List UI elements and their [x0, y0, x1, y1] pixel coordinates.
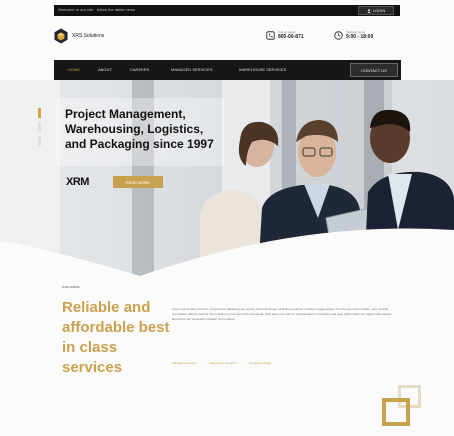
- login-button[interactable]: LOGIN: [358, 6, 394, 15]
- slider-dot-2[interactable]: [38, 122, 41, 132]
- contact-phone[interactable]: Call us today 800-00-871: [266, 30, 304, 40]
- link-separator: |: [242, 361, 243, 365]
- site-logo[interactable]: XRS Solutions: [54, 28, 104, 44]
- section-label: OUR VISION: [62, 285, 80, 289]
- hero-title: Project Management, Warehousing, Logisti…: [65, 107, 214, 151]
- main-nav: HOME ABOUT CAREERS MANAGED SERVICES WARE…: [54, 60, 401, 80]
- clock-icon: [334, 30, 343, 40]
- nav-item-about[interactable]: ABOUT: [98, 67, 112, 72]
- phone-icon: [266, 30, 275, 40]
- top-bar-info: Welcome to our site · follow the latest …: [58, 7, 135, 12]
- service-links: Managed services | Warehouse services | …: [172, 361, 271, 365]
- nav-item-managed-services[interactable]: MANAGED SERVICES: [171, 67, 213, 72]
- hexagon-logo-icon: [54, 28, 68, 44]
- contact-us-button[interactable]: CONTACT US: [350, 63, 398, 77]
- tagline: Reliable and affordable best in class se…: [62, 299, 170, 376]
- slider-dot-1[interactable]: [38, 108, 41, 118]
- nav-item-warehouse-services[interactable]: WAREHOUSE SERVICES: [239, 67, 286, 72]
- login-button-label: LOGIN: [372, 8, 386, 13]
- link-consultant[interactable]: Consultant Sage: [249, 361, 271, 365]
- link-managed-services[interactable]: Managed services: [172, 361, 196, 365]
- user-icon: [367, 8, 371, 13]
- contact-hours-value: 9:00 - 18:00: [346, 34, 374, 40]
- slider-dot-3[interactable]: [38, 136, 41, 146]
- link-warehouse-services[interactable]: Warehouse services: [209, 361, 236, 365]
- intro-body-text: Lorem ipsum dolor sit amet, consectetur …: [172, 307, 393, 321]
- decorative-frame-gold: [382, 398, 410, 426]
- page: Welcome to our site · follow the latest …: [0, 0, 454, 436]
- partner-logo: XRM: [66, 176, 89, 188]
- contact-hours: Working hours 9:00 - 18:00: [334, 30, 373, 40]
- read-more-button[interactable]: READ MORE: [113, 176, 163, 188]
- logo-text: XRS Solutions: [72, 33, 105, 39]
- nav-item-home[interactable]: HOME: [68, 67, 80, 72]
- slider-pagination: [38, 108, 41, 146]
- nav-item-careers[interactable]: CAREERS: [130, 67, 149, 72]
- contact-phone-value: 800-00-871: [278, 34, 304, 40]
- top-bar: Welcome to our site · follow the latest …: [54, 5, 400, 16]
- link-separator: |: [202, 361, 204, 365]
